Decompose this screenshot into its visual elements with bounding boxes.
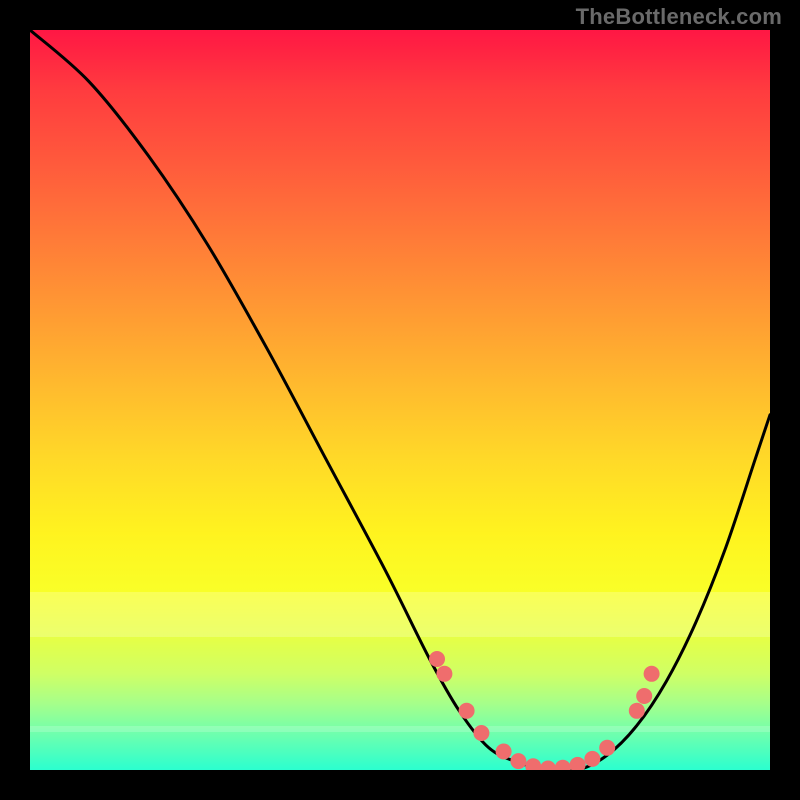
watermark-text: TheBottleneck.com [576, 4, 782, 30]
bottleneck-curve [30, 30, 770, 770]
marker-dot [429, 651, 445, 667]
plot-area [30, 30, 770, 770]
marker-dot [570, 757, 586, 770]
marker-dot [540, 761, 556, 770]
marker-dot [599, 740, 615, 756]
marker-dot [555, 760, 571, 770]
marker-dot [473, 725, 489, 741]
marker-dot [636, 688, 652, 704]
marker-dot [629, 703, 645, 719]
marker-dot [459, 703, 475, 719]
marker-dot [496, 744, 512, 760]
marker-dot [644, 666, 660, 682]
chart-svg [30, 30, 770, 770]
marker-dot [510, 753, 526, 769]
marker-dot [525, 758, 541, 770]
chart-frame: TheBottleneck.com [0, 0, 800, 800]
marker-dot [436, 666, 452, 682]
marker-dot [584, 751, 600, 767]
highlight-points [429, 651, 660, 770]
